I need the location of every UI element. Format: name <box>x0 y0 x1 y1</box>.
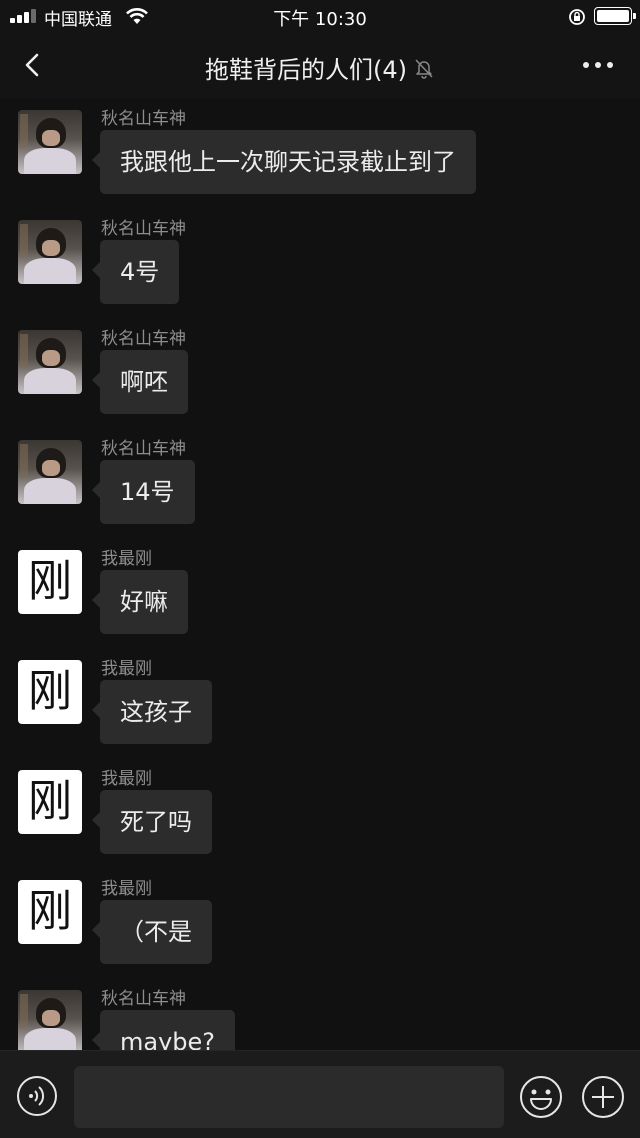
message-bubble[interactable]: 14号 <box>92 460 195 524</box>
avatar[interactable]: 刚 <box>18 660 82 724</box>
avatar[interactable] <box>18 990 82 1050</box>
avatar[interactable]: 刚 <box>18 550 82 614</box>
message-bubble[interactable]: （不是 <box>92 900 212 964</box>
avatar-glyph: 刚 <box>28 886 72 937</box>
chat-title: 拖鞋背后的人们(4) <box>205 56 407 84</box>
sender-name: 我最刚 <box>101 659 152 679</box>
avatar[interactable] <box>18 440 82 504</box>
sender-name: 我最刚 <box>101 879 152 899</box>
more-dots-icon[interactable] <box>578 60 618 70</box>
chat-header: 拖鞋背后的人们(4) <box>0 32 640 98</box>
battery-icon <box>594 7 636 25</box>
message-list[interactable]: 秋名山车神 我跟他上一次聊天记录截止到了 秋名山车神 4号 秋名山车神 啊呸 秋… <box>0 98 640 1050</box>
avatar-glyph: 刚 <box>28 556 72 607</box>
avatar[interactable]: 刚 <box>18 880 82 944</box>
avatar[interactable] <box>18 110 82 174</box>
message-row: 刚 我最刚 （不是 <box>0 868 640 978</box>
sender-name: 秋名山车神 <box>101 989 186 1009</box>
sender-name: 秋名山车神 <box>101 219 186 239</box>
message-bubble[interactable]: 好嘛 <box>92 570 188 634</box>
sender-name: 秋名山车神 <box>101 329 186 349</box>
message-row: 秋名山车神 我跟他上一次聊天记录截止到了 <box>0 98 640 208</box>
emoji-icon[interactable] <box>519 1075 563 1119</box>
message-bubble[interactable]: 我跟他上一次聊天记录截止到了 <box>92 130 476 194</box>
avatar[interactable] <box>18 220 82 284</box>
sender-name: 我最刚 <box>101 549 152 569</box>
message-row: 秋名山车神 maybe? <box>0 978 640 1050</box>
message-bubble[interactable]: 啊呸 <box>92 350 188 414</box>
sender-name: 秋名山车神 <box>101 439 186 459</box>
message-bubble[interactable]: maybe? <box>91 1010 236 1050</box>
plus-icon[interactable] <box>581 1075 625 1119</box>
input-bar <box>0 1050 640 1138</box>
message-row: 秋名山车神 14号 <box>0 428 640 538</box>
mute-bell-icon <box>415 58 433 79</box>
message-row: 秋名山车神 4号 <box>0 208 640 318</box>
message-bubble[interactable]: 4号 <box>91 240 180 304</box>
rotation-lock-icon <box>569 9 585 25</box>
message-row: 刚 我最刚 死了吗 <box>0 758 640 868</box>
sender-name: 我最刚 <box>101 769 152 789</box>
status-bar: 中国联通 下午 10:30 <box>0 0 640 32</box>
message-row: 秋名山车神 啊呸 <box>0 318 640 428</box>
message-bubble[interactable]: 这孩子 <box>92 680 212 744</box>
voice-icon[interactable] <box>16 1075 58 1117</box>
message-row: 刚 我最刚 好嘛 <box>0 538 640 648</box>
message-bubble[interactable]: 死了吗 <box>92 790 212 854</box>
avatar[interactable] <box>18 330 82 394</box>
message-input[interactable] <box>74 1066 504 1128</box>
avatar-glyph: 刚 <box>28 776 72 827</box>
sender-name: 秋名山车神 <box>101 109 186 129</box>
status-time: 下午 10:30 <box>273 9 367 30</box>
avatar[interactable]: 刚 <box>18 770 82 834</box>
avatar-glyph: 刚 <box>28 666 72 717</box>
message-row: 刚 我最刚 这孩子 <box>0 648 640 758</box>
